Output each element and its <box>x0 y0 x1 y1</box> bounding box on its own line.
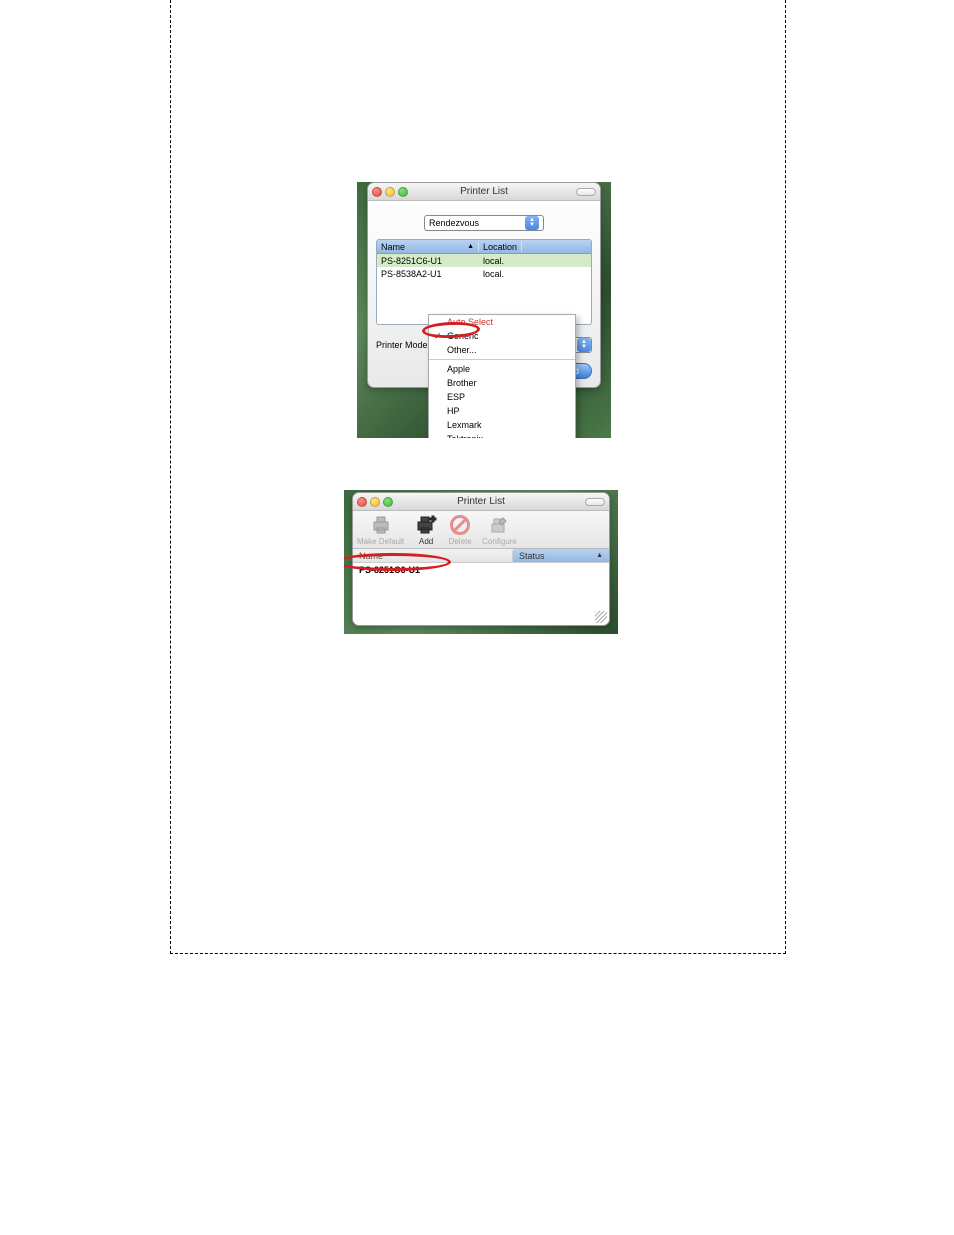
column-status-header[interactable]: Status ▲ <box>513 549 609 562</box>
updown-arrows-icon: ▲▼ <box>577 338 591 352</box>
delete-label: Delete <box>449 537 472 546</box>
make-default-label: Make Default <box>357 537 404 546</box>
window-title: Printer List <box>353 496 609 507</box>
make-default-button: Make Default <box>357 514 404 546</box>
printer-model-dropdown-menu[interactable]: Auto Select Generic Other... Apple Broth… <box>428 314 576 438</box>
menu-item-tektronix[interactable]: Tektronix <box>429 432 575 438</box>
updown-arrows-icon: ▲▼ <box>525 216 539 230</box>
menu-item-apple[interactable]: Apple <box>429 362 575 376</box>
row-name: PS-8538A2-U1 <box>377 269 479 279</box>
menu-item-other[interactable]: Other... <box>429 343 575 357</box>
add-label: Add <box>419 537 433 546</box>
window-title: Printer List <box>368 186 600 197</box>
titlebar: Printer List <box>353 493 609 511</box>
configure-button: Configure <box>482 514 517 546</box>
delete-icon <box>448 514 472 536</box>
menu-item-esp[interactable]: ESP <box>429 390 575 404</box>
menu-separator <box>429 359 575 360</box>
menu-item-auto-select[interactable]: Auto Select <box>429 315 575 329</box>
printer-icon <box>369 514 393 536</box>
toolbar: Make Default Add Delete Configure <box>353 511 609 549</box>
row-name: PS-8251C6-U1 <box>377 256 479 266</box>
column-name-header[interactable]: Name <box>353 551 513 561</box>
titlebar: Printer List <box>368 183 600 201</box>
list-header[interactable]: Name ▲ Location <box>377 240 591 254</box>
printer-model-label: Printer Model: <box>376 340 432 350</box>
printer-add-icon <box>414 514 438 536</box>
list-row[interactable]: PS-8251C6-U1 <box>353 563 609 577</box>
sort-indicator-icon: ▲ <box>467 243 474 250</box>
sort-indicator-icon: ▲ <box>596 552 603 559</box>
printer-list-window: Printer List Make Default Add Delete <box>352 492 610 626</box>
column-location-header[interactable]: Location <box>479 242 522 252</box>
configure-icon <box>487 514 511 536</box>
list-header[interactable]: Name Status ▲ <box>353 549 609 563</box>
list-row[interactable]: PS-8251C6-U1 local. <box>377 254 591 267</box>
resize-grip-icon[interactable] <box>595 611 607 623</box>
screenshot-printer-list-window: Printer List Make Default Add Delete <box>344 490 618 634</box>
delete-button: Delete <box>448 514 472 546</box>
row-location: local. <box>479 256 508 266</box>
printer-listbox[interactable]: Name ▲ Location PS-8251C6-U1 local. PS-8… <box>376 239 592 325</box>
column-name-label: Name <box>381 242 405 252</box>
menu-item-generic[interactable]: Generic <box>429 329 575 343</box>
screenshot-add-printer-dialog: Printer List Rendezvous ▲▼ Name ▲ Locati… <box>357 182 611 438</box>
connection-type-value: Rendezvous <box>429 218 479 228</box>
column-status-label: Status <box>519 551 545 561</box>
menu-item-lexmark[interactable]: Lexmark <box>429 418 575 432</box>
column-name-header[interactable]: Name ▲ <box>377 242 479 252</box>
add-printer-button[interactable]: Add <box>414 514 438 546</box>
document-frame <box>170 0 786 954</box>
configure-label: Configure <box>482 537 517 546</box>
list-row[interactable]: PS-8538A2-U1 local. <box>377 267 591 280</box>
menu-item-brother[interactable]: Brother <box>429 376 575 390</box>
connection-type-select[interactable]: Rendezvous ▲▼ <box>424 215 544 231</box>
printer-list-body[interactable]: PS-8251C6-U1 <box>353 563 609 623</box>
row-location: local. <box>479 269 508 279</box>
menu-item-hp[interactable]: HP <box>429 404 575 418</box>
